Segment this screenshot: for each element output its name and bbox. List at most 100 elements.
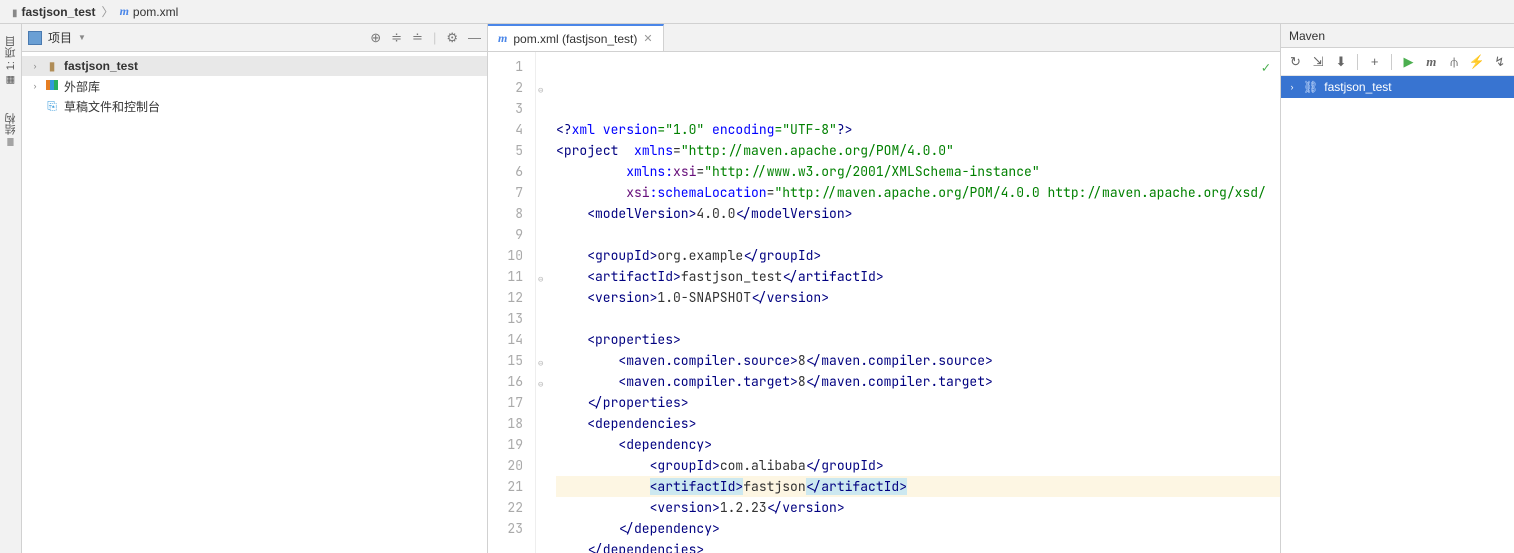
separator [1391, 54, 1392, 70]
project-icon: ▦ [5, 74, 16, 85]
download-sources-icon[interactable]: ⬇ [1333, 54, 1350, 70]
code-line[interactable]: <dependency> [556, 434, 1280, 455]
code-token: </dependency> [618, 520, 719, 537]
expand-all-icon[interactable]: ≑ [391, 30, 402, 46]
code-line[interactable]: xmlns:xsi="http://www.w3.org/2001/XMLSch… [556, 161, 1280, 182]
generate-sources-icon[interactable]: ⇲ [1310, 54, 1327, 70]
project-panel: 项目 ▼ ⊕ ≑ ≐ | ⚙ — ›▮fastjson_test›外部库⎘草稿文… [22, 24, 488, 553]
editor-tabs: m pom.xml (fastjson_test) ✕ [488, 24, 1280, 52]
code-token: :schemaLocation [650, 184, 767, 201]
code-line[interactable]: <version>1.0-SNAPSHOT</version> [556, 287, 1280, 308]
separator [1357, 54, 1358, 70]
code-line[interactable]: <groupId>org.example</groupId> [556, 245, 1280, 266]
code-token: </dependencies> [587, 541, 704, 553]
line-number: 14 [488, 329, 523, 350]
code-line[interactable]: <maven.compiler.target>8</maven.compiler… [556, 371, 1280, 392]
line-number: 18 [488, 413, 523, 434]
code-line[interactable]: <project xmlns="http://maven.apache.org/… [556, 140, 1280, 161]
code-line[interactable]: <artifactId>fastjson</artifactId> [556, 476, 1280, 497]
code-line[interactable]: <modelVersion>4.0.0</modelVersion> [556, 203, 1280, 224]
side-tab-structure[interactable]: ≣ 结构 [1, 109, 21, 151]
code-token: </maven.compiler.target> [806, 373, 993, 390]
fold-gutter[interactable]: ⊖⊖⊖⊖ [536, 52, 550, 553]
code-line[interactable]: <artifactId>fastjson_test</artifactId> [556, 266, 1280, 287]
code-token: < [556, 142, 564, 159]
inspection-ok-icon[interactable]: ✓ [1262, 58, 1270, 79]
code-token: xmlns: [626, 163, 673, 180]
line-number: 7 [488, 182, 523, 203]
add-project-icon[interactable]: + [1366, 54, 1383, 69]
code-token: = [673, 142, 681, 159]
chevron-right-icon: › [30, 61, 40, 71]
code-token: com.alibaba [720, 457, 806, 474]
code-line[interactable]: <groupId>com.alibaba</groupId> [556, 455, 1280, 476]
chevron-down-icon[interactable]: ▼ [78, 33, 86, 42]
collapse-icon[interactable]: ↯ [1491, 54, 1508, 70]
structure-icon: ≣ [6, 138, 14, 149]
maven-file-icon: m [120, 4, 129, 19]
code-line[interactable]: </dependency> [556, 518, 1280, 539]
hide-icon[interactable]: — [468, 30, 481, 45]
code-token: </modelVersion> [735, 205, 852, 222]
line-number-gutter: 1234567891011121314151617181920212223 [488, 52, 536, 553]
maven-file-icon: m [498, 31, 507, 46]
code-line[interactable]: <dependencies> [556, 413, 1280, 434]
code-line[interactable]: <?xml version="1.0" encoding="UTF-8"?> [556, 119, 1280, 140]
code-line[interactable]: <properties> [556, 329, 1280, 350]
code-line[interactable]: xsi:schemaLocation="http://maven.apache.… [556, 182, 1280, 203]
code-line[interactable]: <maven.compiler.source>8</maven.compiler… [556, 350, 1280, 371]
tree-label: fastjson_test [64, 59, 138, 73]
collapse-all-icon[interactable]: ≐ [412, 30, 423, 46]
profiles-icon[interactable]: ⚡ [1468, 54, 1485, 70]
code-line[interactable]: </properties> [556, 392, 1280, 413]
tree-row[interactable]: ⎘草稿文件和控制台 [22, 96, 487, 116]
code-token: </artifactId> [806, 478, 907, 495]
maven-module-row[interactable]: › ⛓ fastjson_test [1281, 76, 1514, 98]
toggle-offline-icon[interactable]: ⫛ [1446, 54, 1463, 70]
breadcrumb-file[interactable]: m pom.xml [116, 4, 183, 19]
run-icon[interactable]: ▶ [1400, 54, 1417, 70]
code-token: <properties> [587, 331, 681, 348]
tree-row[interactable]: ›▮fastjson_test [22, 56, 487, 76]
code-line[interactable]: </dependencies> [556, 539, 1280, 553]
project-panel-title: 项目 [48, 29, 72, 46]
line-number: 9 [488, 224, 523, 245]
chevron-right-icon: › [1287, 82, 1297, 92]
line-number: 3 [488, 98, 523, 119]
line-number: 22 [488, 497, 523, 518]
line-number: 20 [488, 455, 523, 476]
tree-row[interactable]: ›外部库 [22, 76, 487, 96]
code-token: </groupId> [806, 457, 884, 474]
code-area[interactable]: ✓ <?xml version="1.0" encoding="UTF-8"?>… [550, 52, 1280, 553]
side-tab-project[interactable]: ▦ 1: 项目 [1, 32, 21, 89]
line-number: 5 [488, 140, 523, 161]
library-icon [44, 79, 60, 93]
close-icon[interactable]: ✕ [643, 32, 652, 45]
maven-icon[interactable]: m [1423, 54, 1440, 70]
editor-tab-pom[interactable]: m pom.xml (fastjson_test) ✕ [488, 24, 664, 51]
gear-icon[interactable]: ⚙ [446, 30, 458, 46]
code-token: <maven.compiler.source> [618, 352, 797, 369]
line-number: 12 [488, 287, 523, 308]
code-token: <maven.compiler.target> [618, 373, 797, 390]
reload-icon[interactable]: ↻ [1287, 54, 1304, 70]
editor-body[interactable]: 1234567891011121314151617181920212223 ⊖⊖… [488, 52, 1280, 553]
editor-panel: m pom.xml (fastjson_test) ✕ 123456789101… [488, 24, 1280, 553]
line-number: 16 [488, 371, 523, 392]
code-line[interactable] [556, 224, 1280, 245]
code-token: <dependencies> [587, 415, 696, 432]
select-opened-file-icon[interactable]: ⊕ [370, 30, 381, 46]
chevron-right-icon: › [30, 81, 40, 91]
code-token: xml version [572, 121, 658, 138]
breadcrumb-project[interactable]: fastjson_test [8, 5, 100, 19]
line-number: 10 [488, 245, 523, 266]
line-number: 8 [488, 203, 523, 224]
code-token: 4.0.0 [696, 205, 735, 222]
code-token: ="UTF-8" [774, 121, 836, 138]
code-line[interactable]: <version>1.2.23</version> [556, 497, 1280, 518]
project-tree[interactable]: ›▮fastjson_test›外部库⎘草稿文件和控制台 [22, 52, 487, 553]
code-token: ="1.0" [657, 121, 712, 138]
code-line[interactable] [556, 308, 1280, 329]
line-number: 2 [488, 77, 523, 98]
code-token: fastjson_test [681, 268, 782, 285]
